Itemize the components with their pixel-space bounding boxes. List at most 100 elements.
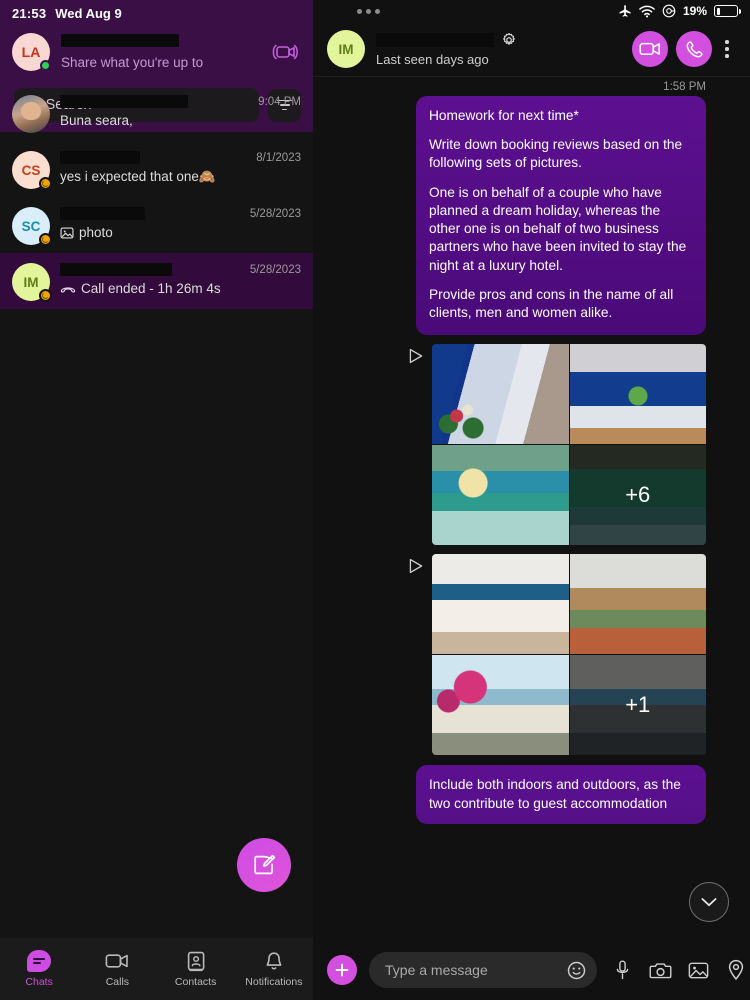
status-bar-left: 21:53 Wed Aug 9 <box>0 0 313 22</box>
photo-thumbnail[interactable] <box>432 655 569 756</box>
status-bar-time: 21:53 <box>12 5 47 21</box>
chat-list-item[interactable]: CS 8/1/2023 yes i expected that one🙈 <box>0 141 313 197</box>
chat-name-redacted <box>60 95 188 108</box>
message-scroll-area[interactable]: 1:58 PM Homework for next time* Write do… <box>313 77 750 940</box>
message-composer <box>313 940 750 1000</box>
conversation-name-row <box>376 32 624 48</box>
avatar-initials: IM <box>338 41 354 57</box>
chat-preview: Buna seara, <box>60 113 301 128</box>
chat-timestamp: 5/28/2023 <box>249 207 301 220</box>
location-button[interactable] <box>723 959 749 981</box>
chat-preview: Call ended - 1h 26m 4s <box>60 281 301 296</box>
chat-list-item[interactable]: SC 5/28/2023 photo <box>0 197 313 253</box>
gallery-button[interactable] <box>685 961 711 980</box>
photo-thumbnail[interactable] <box>432 344 569 445</box>
photo-thumbnail[interactable] <box>569 344 706 445</box>
camera-button[interactable] <box>647 961 673 980</box>
three-dots-icon[interactable] <box>357 8 380 14</box>
gear-icon[interactable] <box>501 32 517 48</box>
tab-chats[interactable]: Chats <box>0 950 78 988</box>
photo-thumbnail[interactable] <box>569 554 706 655</box>
message-input-wrapper[interactable] <box>369 952 597 988</box>
profile-row[interactable]: LA Share what you're up to <box>0 22 313 82</box>
tab-label: Chats <box>25 976 53 988</box>
image-icon <box>60 227 74 238</box>
presence-dot-online <box>40 60 51 71</box>
chevron-down-icon <box>701 898 717 907</box>
tab-calls[interactable]: Calls <box>78 950 156 988</box>
avatar[interactable]: SC <box>12 207 52 246</box>
tab-notifications[interactable]: Notifications <box>235 950 313 988</box>
chat-list: 9:04 PM Buna seara, CS 8/1/2023 yes i ex… <box>0 85 313 309</box>
message-paragraph: Homework for next time* <box>429 108 579 123</box>
photo-thumbnail[interactable] <box>432 445 569 546</box>
photo-thumbnail[interactable] <box>432 554 569 655</box>
message-bubble-outgoing[interactable]: Homework for next time* Write down booki… <box>416 96 706 336</box>
sidebar: 21:53 Wed Aug 9 LA Share what you're up … <box>0 0 313 1000</box>
avatar[interactable] <box>12 95 50 133</box>
conversation-title-block[interactable]: Last seen days ago <box>376 32 624 67</box>
photo-thumbnail-overflow[interactable]: +1 <box>569 655 706 756</box>
chat-preview: yes i expected that one🙈 <box>60 169 301 185</box>
profile-status-text[interactable]: Share what you're up to <box>61 55 269 70</box>
chat-item-body: 5/28/2023 photo <box>60 207 301 240</box>
presence-dot-away <box>39 177 52 190</box>
photo-thumbnail-overflow[interactable]: +6 <box>569 445 706 546</box>
status-bar-date: Wed Aug 9 <box>55 5 122 21</box>
message-bubble-outgoing[interactable]: Include both indoors and outdoors, as th… <box>416 765 706 824</box>
forwarded-arrow-icon <box>409 559 423 574</box>
photo-overflow-count: +6 <box>569 445 706 546</box>
avatar[interactable]: IM <box>12 263 52 302</box>
chat-item-top: 9:04 PM <box>60 95 301 108</box>
presence-dot-away <box>39 289 52 302</box>
album-message[interactable]: +6 <box>313 344 728 546</box>
album-message[interactable]: +1 <box>313 554 728 756</box>
compose-button[interactable] <box>237 838 291 892</box>
chat-preview-text: photo <box>79 225 113 240</box>
image-icon <box>688 962 708 978</box>
voice-call-button[interactable] <box>676 31 712 67</box>
compose-pencil-icon <box>254 854 276 875</box>
bottom-tab-bar: Chats Calls Contacts Notifications <box>0 938 313 1000</box>
voice-record-button[interactable] <box>609 959 635 981</box>
message-paragraph: Write down booking reviews based on the … <box>429 137 683 171</box>
location-pin-icon <box>728 959 744 980</box>
contacts-book-icon <box>186 950 206 972</box>
avatar-initials: CS <box>21 162 41 178</box>
conversation-subtitle: Last seen days ago <box>376 51 489 67</box>
tab-label: Calls <box>105 976 130 988</box>
conversation-header: IM Last seen days ago <box>313 22 750 77</box>
tab-contacts[interactable]: Contacts <box>157 950 235 988</box>
avatar-initials: LA <box>21 44 41 60</box>
chat-name-redacted <box>60 151 140 164</box>
status-indicators: 19% <box>617 4 741 18</box>
chat-bubble-icon <box>27 950 52 972</box>
wifi-icon <box>639 5 655 18</box>
plus-icon <box>335 963 349 977</box>
kebab-menu-icon[interactable] <box>716 31 738 67</box>
video-call-button[interactable] <box>632 31 668 67</box>
photo-grid[interactable]: +1 <box>432 554 706 756</box>
forwarded-arrow-icon <box>409 349 423 364</box>
chat-preview-text: Buna seara, <box>60 113 133 128</box>
chat-item-top: 5/28/2023 <box>60 263 301 276</box>
battery-icon <box>714 5 741 17</box>
chat-list-item-selected[interactable]: IM 5/28/2023 Call ended - 1h 26m 4s <box>0 253 313 309</box>
chat-list-item[interactable]: 9:04 PM Buna seara, <box>0 85 313 141</box>
message-paragraph: One is on behalf of a couple who have pl… <box>429 184 687 273</box>
message-paragraph: Include both indoors and outdoors, as th… <box>429 777 681 811</box>
add-attachment-button[interactable] <box>327 955 357 985</box>
avatar[interactable]: IM <box>327 30 365 68</box>
avatar[interactable]: CS <box>12 151 52 190</box>
video-camera-rotate-icon[interactable] <box>269 37 301 67</box>
battery-percent: 19% <box>682 4 707 18</box>
smiley-icon[interactable] <box>566 960 587 981</box>
photo-grid[interactable]: +6 <box>432 344 706 546</box>
video-camera-icon <box>105 950 129 972</box>
avatar[interactable]: LA <box>12 33 51 71</box>
message-input[interactable] <box>385 962 566 978</box>
scroll-to-bottom-button[interactable] <box>689 882 729 922</box>
tab-label: Contacts <box>174 976 217 988</box>
message-paragraph: Provide pros and cons in the name of all… <box>429 286 674 320</box>
conversation-panel: 19% IM Last seen days ago 1:58 PM Homewo… <box>313 0 750 1000</box>
